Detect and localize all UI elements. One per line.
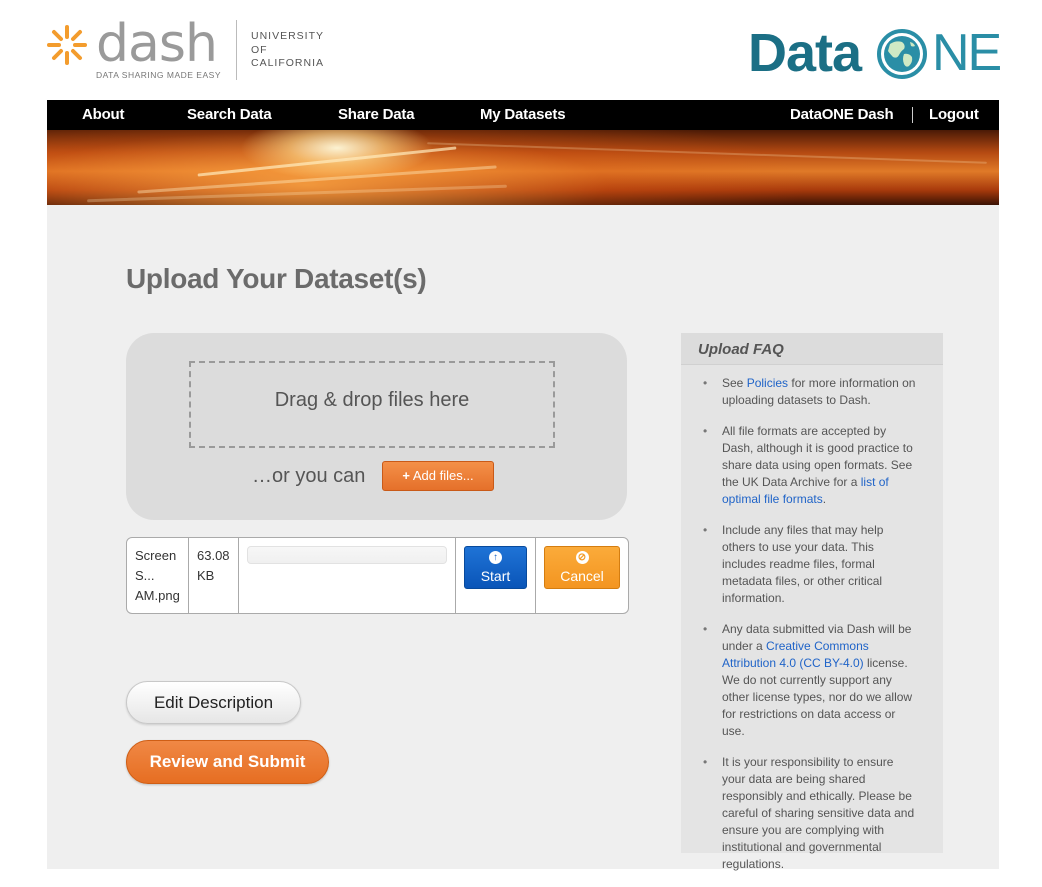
dropzone[interactable]: Drag & drop files here bbox=[189, 361, 555, 448]
faq-item: • Any data submitted via Dash will be un… bbox=[681, 621, 943, 740]
header-banner bbox=[47, 130, 999, 205]
dataone-logo[interactable]: Data NE bbox=[748, 22, 1002, 84]
bullet-icon: • bbox=[703, 622, 708, 636]
nav-share-data[interactable]: Share Data bbox=[338, 106, 415, 123]
dash-tagline: DATA SHARING MADE EASY bbox=[96, 70, 221, 80]
uc-line-3: CALIFORNIA bbox=[251, 57, 325, 69]
faq-text: Include any files that may help others t… bbox=[722, 523, 884, 605]
uc-wordmark: UNIVERSITY OF CALIFORNIA bbox=[251, 30, 324, 71]
faq-text: It is your responsibility to ensure your… bbox=[722, 755, 915, 871]
upload-faq: Upload FAQ • See Policies for more infor… bbox=[681, 333, 943, 871]
dash-wordmark: dash bbox=[96, 14, 218, 74]
main-content: Upload Your Dataset(s) Drag & drop files… bbox=[47, 205, 999, 871]
upload-progress-bar bbox=[247, 546, 447, 564]
bullet-icon: • bbox=[703, 523, 708, 537]
file-size-value: 63.08 bbox=[197, 548, 230, 563]
faq-text: . bbox=[822, 492, 827, 506]
logo-divider bbox=[236, 20, 237, 80]
uc-line-2: OF bbox=[251, 43, 268, 56]
ban-icon: ⊘ bbox=[575, 551, 589, 564]
nav-my-datasets[interactable]: My Datasets bbox=[480, 106, 566, 123]
cancel-label: Cancel bbox=[560, 568, 604, 584]
faq-list: • See Policies for more information on u… bbox=[681, 375, 943, 887]
header: dash DATA SHARING MADE EASY UNIVERSITY O… bbox=[0, 0, 1042, 100]
start-upload-button[interactable]: ↑ Start bbox=[464, 546, 527, 589]
nav-search-data[interactable]: Search Data bbox=[187, 106, 272, 123]
faq-title: Upload FAQ bbox=[681, 333, 943, 365]
file-size-unit: KB bbox=[197, 568, 215, 583]
policies-link[interactable]: Policies bbox=[747, 376, 788, 390]
add-files-label: Add files... bbox=[412, 468, 474, 483]
faq-text: See bbox=[722, 376, 747, 390]
nav-about[interactable]: About bbox=[82, 106, 125, 123]
file-progress-cell bbox=[239, 538, 456, 613]
bullet-icon: • bbox=[703, 376, 708, 390]
dataone-word-ne: NE bbox=[932, 24, 1002, 82]
upload-area: Drag & drop files here …or you can + Add… bbox=[126, 333, 627, 520]
page-title: Upload Your Dataset(s) bbox=[126, 263, 427, 294]
main-nav: About Search Data Share Data My Datasets… bbox=[47, 100, 999, 130]
dash-logo[interactable]: dash DATA SHARING MADE EASY UNIVERSITY O… bbox=[46, 14, 336, 84]
nav-dataone-dash[interactable]: DataONE Dash bbox=[790, 106, 894, 123]
faq-item: • See Policies for more information on u… bbox=[681, 375, 943, 409]
faq-item: • All file formats are accepted by Dash,… bbox=[681, 423, 943, 508]
faq-item: • Include any files that may help others… bbox=[681, 522, 943, 607]
bullet-icon: • bbox=[703, 424, 708, 438]
cancel-upload-button[interactable]: ⊘ Cancel bbox=[544, 546, 620, 589]
nav-logout[interactable]: Logout bbox=[929, 106, 979, 123]
file-queue-row: Screen S... AM.png 63.08 KB ↑ Start ⊘ Ca… bbox=[126, 537, 629, 614]
faq-item: • It is your responsibility to ensure yo… bbox=[681, 754, 943, 873]
uc-line-1: UNIVERSITY bbox=[251, 30, 325, 42]
dropzone-text: Drag & drop files here bbox=[274, 389, 470, 411]
file-cancel-cell: ⊘ Cancel bbox=[536, 538, 628, 613]
banner-streak bbox=[87, 184, 507, 203]
sunburst-icon bbox=[47, 25, 87, 65]
start-label: Start bbox=[480, 568, 511, 584]
edit-description-button[interactable]: Edit Description bbox=[126, 681, 301, 724]
file-name-line: Screen bbox=[135, 548, 177, 563]
nav-divider bbox=[912, 107, 913, 123]
plus-icon: + bbox=[402, 468, 410, 483]
file-start-cell: ↑ Start bbox=[456, 538, 536, 613]
review-submit-button[interactable]: Review and Submit bbox=[126, 740, 329, 784]
or-text: …or you can bbox=[252, 465, 366, 487]
file-name-line: AM.png bbox=[135, 588, 180, 603]
dataone-word-data: Data bbox=[748, 23, 862, 83]
file-name-cell: Screen S... AM.png bbox=[127, 538, 189, 613]
file-name-line: S... bbox=[135, 568, 155, 583]
banner-streak bbox=[427, 142, 987, 164]
upload-arrow-icon: ↑ bbox=[489, 551, 502, 564]
add-files-button[interactable]: + Add files... bbox=[382, 461, 494, 491]
globe-icon bbox=[877, 29, 927, 79]
bullet-icon: • bbox=[703, 755, 708, 769]
file-size-cell: 63.08 KB bbox=[189, 538, 239, 613]
